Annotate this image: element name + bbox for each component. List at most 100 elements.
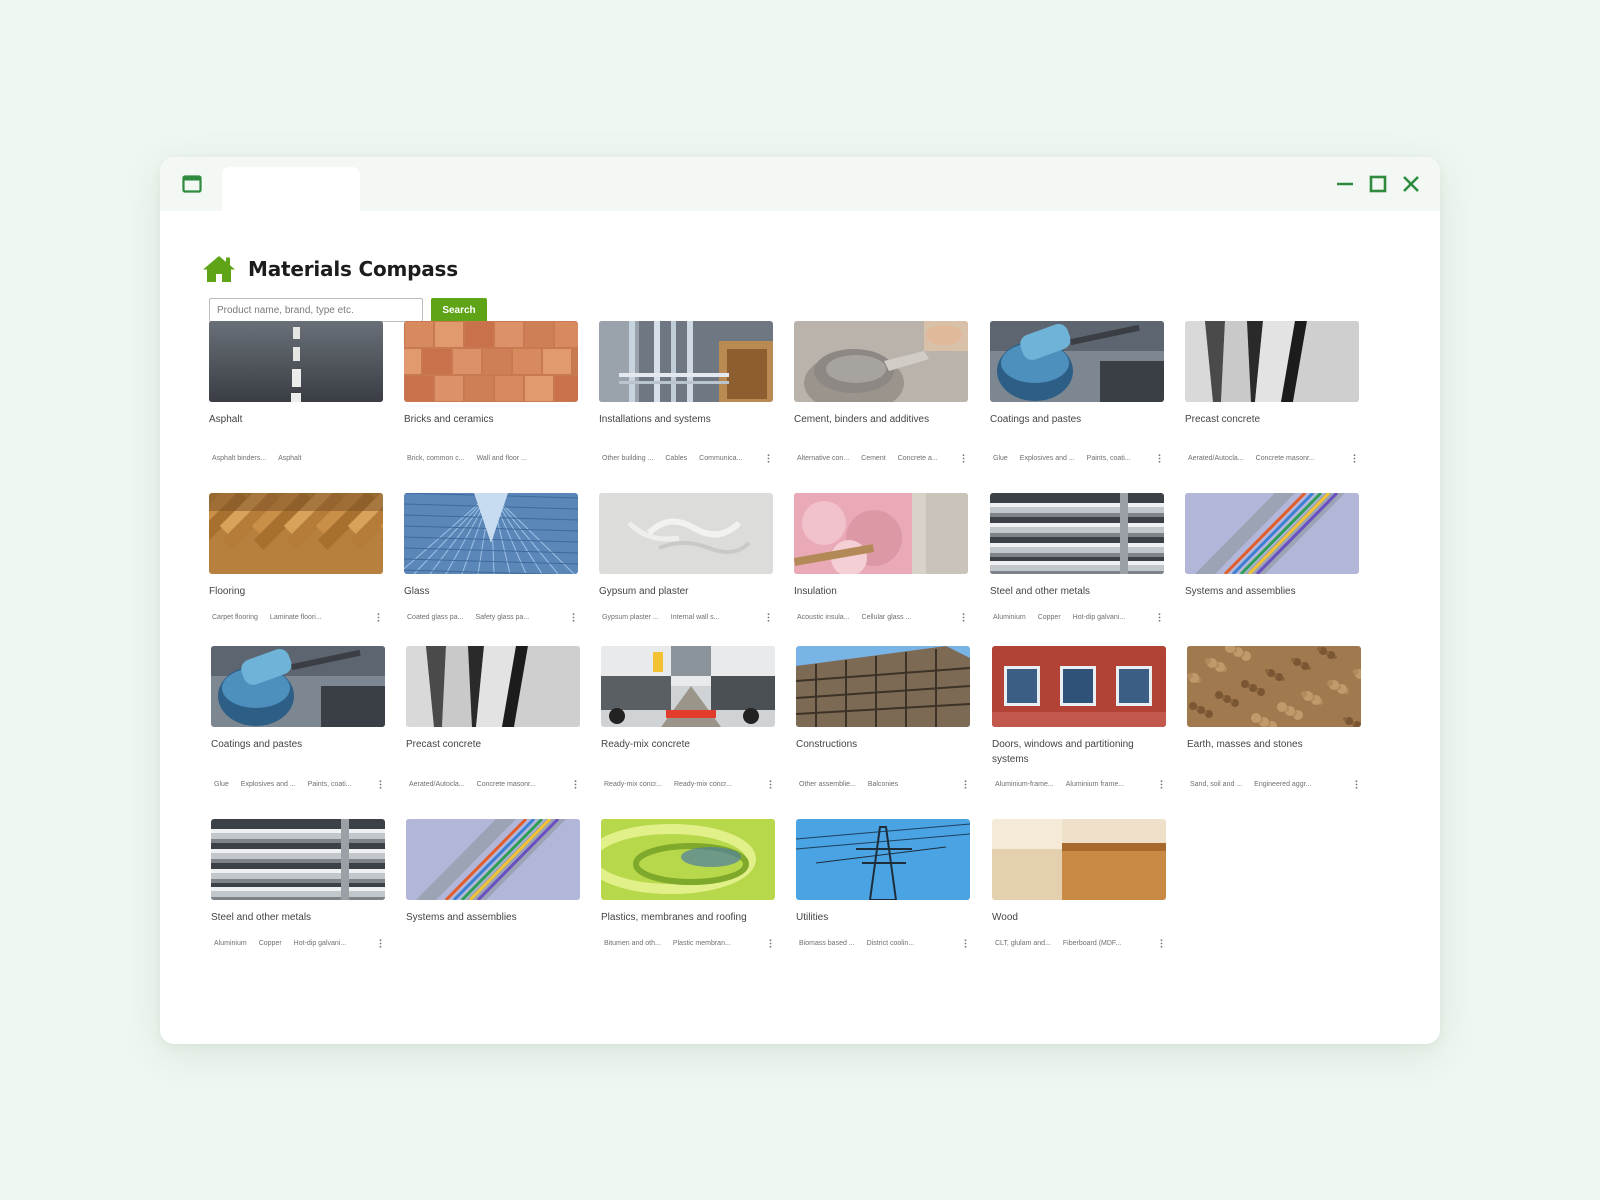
category-card[interactable]: Systems and assemblies (1185, 493, 1359, 599)
category-card[interactable]: Plastics, membranes and roofing Bitumen a… (601, 819, 775, 948)
category-image[interactable] (794, 321, 968, 402)
subcategory-tag[interactable]: Concrete masonr... (1256, 455, 1315, 462)
subcategory-tag[interactable]: Aerated/Autocla... (1188, 455, 1244, 462)
category-title[interactable]: Precast concrete (406, 737, 576, 752)
more-options-icon[interactable] (958, 451, 968, 465)
category-card[interactable]: Constructions Other assemblie... Balconies (796, 646, 970, 789)
subcategory-tag[interactable]: Carpet flooring (212, 614, 258, 621)
subcategory-tag[interactable]: CLT, glulam and... (995, 940, 1051, 947)
more-options-icon[interactable] (1154, 610, 1164, 624)
more-options-icon[interactable] (765, 777, 775, 791)
category-image[interactable] (1187, 646, 1361, 727)
more-options-icon[interactable] (1349, 451, 1359, 465)
subcategory-tag[interactable]: Copper (259, 940, 282, 947)
browser-tab[interactable] (222, 167, 360, 211)
subcategory-tag[interactable]: Biomass based ... (799, 940, 855, 947)
minimize-icon[interactable] (1334, 173, 1356, 195)
more-options-icon[interactable] (763, 610, 773, 624)
category-title[interactable]: Constructions (796, 737, 966, 752)
category-card[interactable]: Steel and other metals Aluminium Copper Hot… (990, 493, 1164, 622)
category-title[interactable]: Glass (404, 584, 574, 599)
subcategory-tag[interactable]: Cellular glass ... (862, 614, 912, 621)
category-card[interactable]: Precast concrete Aerated/Autocla... Concre… (406, 646, 580, 789)
subcategory-tag[interactable]: Ready-mix concr... (674, 781, 732, 788)
subcategory-tag[interactable]: Balconies (868, 781, 898, 788)
category-card[interactable]: Coatings and pastes Glue Explosives and ..… (211, 646, 385, 789)
category-image[interactable] (1185, 493, 1359, 574)
category-card[interactable]: Bricks and ceramics Brick, common c... Wal… (404, 321, 578, 462)
subcategory-tag[interactable]: Communica... (699, 455, 742, 462)
subcategory-tag[interactable]: Hot-dip galvani... (1073, 614, 1126, 621)
more-options-icon[interactable] (763, 451, 773, 465)
subcategory-tag[interactable]: Cables (665, 455, 687, 462)
category-card[interactable]: Utilities Biomass based ... District cooli… (796, 819, 970, 948)
subcategory-tag[interactable]: Hot-dip galvani... (294, 940, 347, 947)
subcategory-tag[interactable]: Glue (214, 781, 229, 788)
more-options-icon[interactable] (958, 610, 968, 624)
category-title[interactable]: Precast concrete (1185, 412, 1355, 427)
category-card[interactable]: Cement, binders and additives Alternative… (794, 321, 968, 463)
category-image[interactable] (601, 646, 775, 727)
category-title[interactable]: Asphalt (209, 412, 379, 427)
subcategory-tag[interactable]: Wall and floor ... (477, 455, 527, 462)
subcategory-tag[interactable]: Aluminium (214, 940, 247, 947)
category-image[interactable] (992, 646, 1166, 727)
category-title[interactable]: Steel and other metals (990, 584, 1160, 599)
category-title[interactable]: Installations and systems (599, 412, 769, 427)
category-image[interactable] (1185, 321, 1359, 402)
category-image[interactable] (211, 819, 385, 900)
subcategory-tag[interactable]: Bitumen and oth... (604, 940, 661, 947)
subcategory-tag[interactable]: Other building ... (602, 455, 653, 462)
category-image[interactable] (406, 646, 580, 727)
subcategory-tag[interactable]: Aluminium frame... (1066, 781, 1124, 788)
category-title[interactable]: Utilities (796, 910, 966, 925)
category-card[interactable]: Doors, windows and partitioning systems A… (992, 646, 1166, 789)
home-icon[interactable] (202, 254, 236, 284)
subcategory-tag[interactable]: Concrete masonr... (477, 781, 536, 788)
more-options-icon[interactable] (1154, 451, 1164, 465)
subcategory-tag[interactable]: Aluminium-frame... (995, 781, 1054, 788)
category-card[interactable]: Systems and assemblies (406, 819, 580, 925)
subcategory-tag[interactable]: Laminate floori... (270, 614, 322, 621)
category-card[interactable]: Gypsum and plaster Gypsum plaster ... Inte… (599, 493, 773, 622)
category-card[interactable]: Insulation Acoustic insula... Cellular gla… (794, 493, 968, 622)
category-title[interactable]: Wood (992, 910, 1162, 925)
category-image[interactable] (209, 493, 383, 574)
category-title[interactable]: Earth, masses and stones (1187, 737, 1357, 752)
more-options-icon[interactable] (765, 936, 775, 950)
more-options-icon[interactable] (1351, 777, 1361, 791)
category-title[interactable]: Gypsum and plaster (599, 584, 769, 599)
category-image[interactable] (599, 493, 773, 574)
subcategory-tag[interactable]: Concrete a... (898, 455, 938, 462)
more-options-icon[interactable] (373, 610, 383, 624)
category-card[interactable]: Wood CLT, glulam and... Fiberboard (MDF... (992, 819, 1166, 948)
category-card[interactable]: Earth, masses and stones Sand, soil and .… (1187, 646, 1361, 789)
more-options-icon[interactable] (960, 777, 970, 791)
subcategory-tag[interactable]: Other assemblie... (799, 781, 856, 788)
category-image[interactable] (796, 819, 970, 900)
category-card[interactable]: Glass Coated glass pa... Safety glass pa..… (404, 493, 578, 622)
category-image[interactable] (992, 819, 1166, 900)
subcategory-tag[interactable]: Fiberboard (MDF... (1063, 940, 1121, 947)
maximize-icon[interactable] (1367, 173, 1389, 195)
more-options-icon[interactable] (960, 936, 970, 950)
subcategory-tag[interactable]: Acoustic insula... (797, 614, 850, 621)
subcategory-tag[interactable]: Explosives and ... (241, 781, 296, 788)
search-button[interactable]: Search (431, 297, 487, 323)
subcategory-tag[interactable]: Paints, coati... (1087, 455, 1131, 462)
subcategory-tag[interactable]: District coolin... (867, 940, 914, 947)
subcategory-tag[interactable]: Asphalt (278, 455, 301, 462)
category-image[interactable] (601, 819, 775, 900)
category-image[interactable] (211, 646, 385, 727)
category-image[interactable] (990, 493, 1164, 574)
category-card[interactable]: Flooring Carpet flooring Laminate floori..… (209, 493, 383, 622)
category-title[interactable]: Doors, windows and partitioning systems (992, 737, 1162, 767)
more-options-icon[interactable] (375, 936, 385, 950)
subcategory-tag[interactable]: Paints, coati... (308, 781, 352, 788)
subcategory-tag[interactable]: Sand, soil and ... (1190, 781, 1242, 788)
category-image[interactable] (404, 321, 578, 402)
more-options-icon[interactable] (570, 777, 580, 791)
subcategory-tag[interactable]: Aluminium (993, 614, 1026, 621)
category-card[interactable]: Steel and other metals Aluminium Copper Hot… (211, 819, 385, 948)
category-title[interactable]: Cement, binders and additives (794, 412, 964, 427)
